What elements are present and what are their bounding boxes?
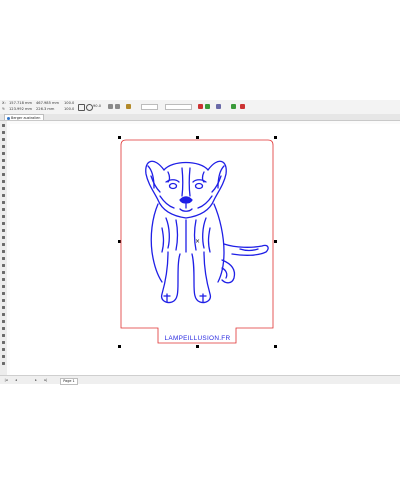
knife-icon[interactable] [1, 299, 5, 302]
mesh-fill-icon[interactable] [1, 257, 5, 260]
x-field[interactable]: 157.718 mm [9, 101, 32, 105]
document-icon [6, 116, 10, 120]
mirror-v-icon[interactable] [115, 104, 120, 109]
page-tab[interactable]: Page 1 [60, 377, 78, 385]
engraved-brand-text[interactable]: LAMPEILLUSION.FR [160, 335, 235, 342]
fill-icon[interactable] [1, 250, 5, 253]
add-tool-icon[interactable] [1, 362, 5, 365]
selection-handle-bottom-left[interactable] [118, 345, 121, 348]
group-icon[interactable] [216, 104, 221, 109]
text-icon[interactable] [1, 187, 5, 190]
select-tool-icon[interactable] [1, 124, 5, 127]
rotate-icon[interactable] [86, 104, 93, 111]
eyedropper-icon[interactable] [1, 222, 5, 225]
blend-icon[interactable] [1, 264, 5, 267]
contour-icon[interactable] [1, 271, 5, 274]
x-label: X: [2, 101, 6, 105]
scale-x-field[interactable]: 100.0 [64, 101, 74, 105]
transparency-icon[interactable] [1, 215, 5, 218]
eraser-icon[interactable] [1, 306, 5, 309]
weld-icon[interactable] [231, 104, 236, 109]
selection-handle-bottom-right[interactable] [274, 345, 277, 348]
document-tab[interactable]: Berger australien 3D... [4, 114, 44, 126]
freehand-icon[interactable] [1, 152, 5, 155]
crop-icon[interactable] [1, 138, 5, 141]
rotation-field[interactable]: 90.0 [93, 104, 101, 108]
rectangle-icon[interactable] [1, 166, 5, 169]
height-field[interactable]: 226.3 mm [36, 107, 54, 111]
page-navigator: |◂ ◂ ▸ ▸| Page 1 [0, 375, 400, 385]
polygon-icon[interactable] [1, 180, 5, 183]
extrude-icon[interactable] [1, 285, 5, 288]
wrap-icon[interactable] [126, 104, 131, 109]
outline-pen-icon[interactable] [1, 243, 5, 246]
break-apart-icon[interactable] [205, 104, 210, 109]
y-field[interactable]: 123.992 mm [9, 107, 32, 111]
outline-style-select[interactable] [165, 104, 192, 110]
document-tab-bar: Berger australien 3D... [0, 114, 400, 126]
zoom-icon[interactable] [1, 145, 5, 148]
repel-icon[interactable] [1, 341, 5, 344]
mirror-h-icon[interactable] [108, 104, 113, 109]
roughen-icon[interactable] [1, 320, 5, 323]
bevel-icon[interactable] [1, 292, 5, 295]
next-page-button[interactable]: ▸ [34, 378, 38, 382]
envelope-icon[interactable] [1, 278, 5, 281]
first-page-button[interactable]: |◂ [4, 378, 8, 382]
trim-icon[interactable] [240, 104, 245, 109]
outline-width-select[interactable] [141, 104, 158, 110]
selection-handle-bottom-center[interactable] [196, 345, 199, 348]
y-label: Y: [2, 107, 5, 111]
smart-fill-icon[interactable] [1, 236, 5, 239]
last-page-button[interactable]: ▸| [44, 378, 48, 382]
table-icon[interactable] [1, 355, 5, 358]
interactive-fill-icon[interactable] [1, 229, 5, 232]
pan-icon[interactable] [1, 348, 5, 351]
twirl-icon[interactable] [1, 327, 5, 330]
property-bar: X: 157.718 mm Y: 123.992 mm 467.985 mm 2… [0, 100, 400, 115]
lock-ratio-icon[interactable] [78, 104, 85, 111]
combine-icon[interactable] [198, 104, 203, 109]
smudge-icon[interactable] [1, 313, 5, 316]
parallel-dimension-icon[interactable] [1, 194, 5, 197]
artistic-media-icon[interactable] [1, 159, 5, 162]
australian-shepherd-artwork[interactable] [140, 148, 272, 308]
previous-page-button[interactable]: ◂ [14, 378, 18, 382]
width-field[interactable]: 467.985 mm [36, 101, 59, 105]
shape-tool-icon[interactable] [1, 131, 5, 134]
connector-icon[interactable] [1, 201, 5, 204]
scale-y-field[interactable]: 100.0 [64, 107, 74, 111]
drop-shadow-icon[interactable] [1, 208, 5, 211]
attract-icon[interactable] [1, 334, 5, 337]
ellipse-icon[interactable] [1, 173, 5, 176]
